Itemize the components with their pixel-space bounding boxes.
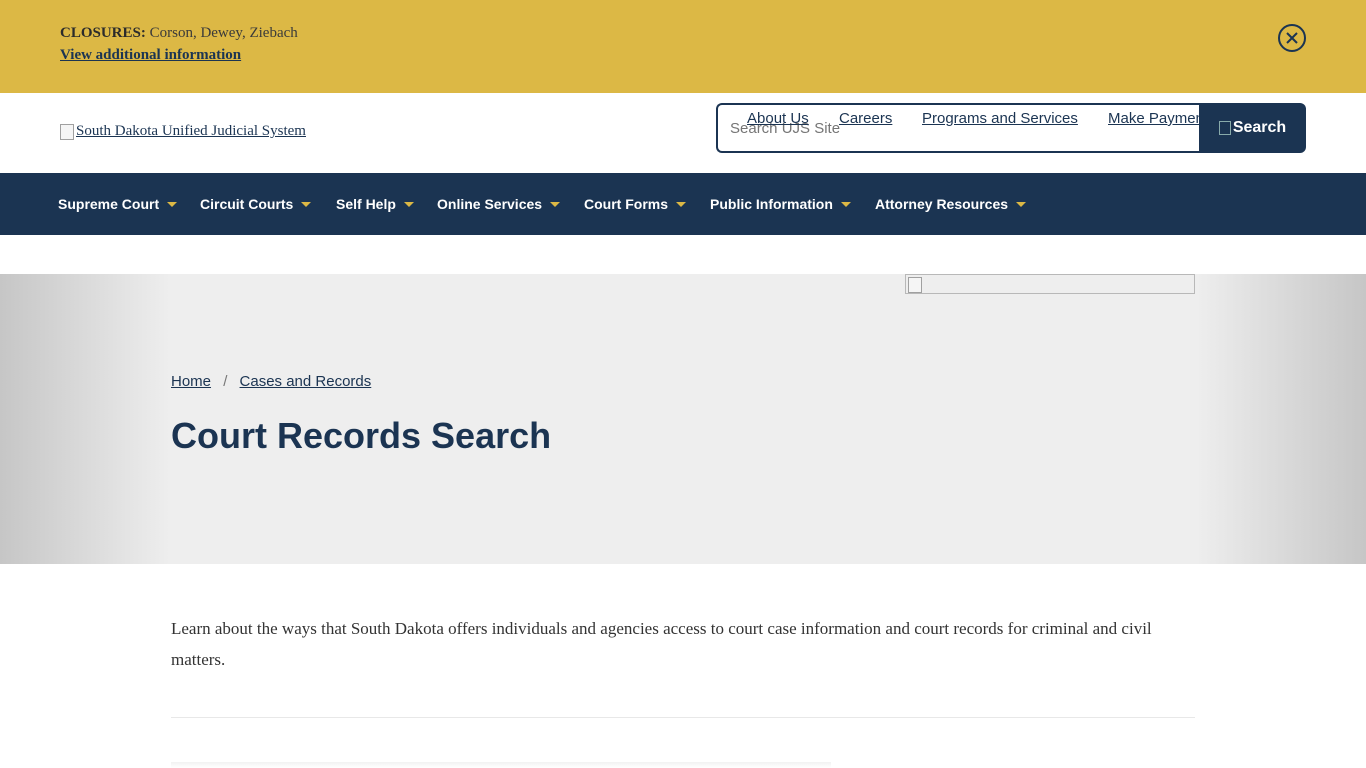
- alert-message: CLOSURES: Corson, Dewey, Ziebach: [60, 25, 298, 42]
- nav-item-label: Supreme Court: [58, 196, 160, 212]
- main-nav: Supreme Court Circuit Courts Self Help O…: [0, 173, 1366, 235]
- site-logo-link[interactable]: South Dakota Unified Judicial System: [60, 123, 306, 140]
- caret-down-icon: [840, 201, 851, 207]
- view-additional-info-link[interactable]: View additional information: [60, 47, 241, 64]
- hero-image: [905, 274, 1195, 294]
- breadcrumb: Home / Cases and Records: [171, 373, 371, 390]
- content-divider: [171, 717, 1195, 718]
- logo-alt-text: South Dakota Unified Judicial System: [76, 123, 306, 139]
- caret-down-icon: [403, 201, 414, 207]
- alert-text: Corson, Dewey, Ziebach: [149, 25, 298, 41]
- caret-down-icon: [550, 201, 561, 207]
- close-icon: [1286, 32, 1298, 44]
- caret-down-icon: [167, 201, 178, 207]
- utility-link-make-payment[interactable]: Make Payment: [1108, 110, 1199, 127]
- broken-image-icon: [1218, 121, 1231, 135]
- page-title: Court Records Search: [171, 415, 552, 456]
- utility-link-careers[interactable]: Careers: [839, 110, 892, 127]
- nav-item-court-forms[interactable]: Court Forms: [584, 173, 686, 235]
- page-hero: Home / Cases and Records Court Records S…: [0, 274, 1366, 564]
- nav-item-label: Self Help: [336, 196, 396, 212]
- caret-down-icon: [676, 201, 686, 207]
- nav-item-label: Circuit Courts: [200, 196, 294, 212]
- nav-item-circuit-courts[interactable]: Circuit Courts: [200, 173, 312, 235]
- search-button-label: Search: [1232, 119, 1287, 136]
- content-card-edge: [171, 762, 831, 768]
- close-alert-button[interactable]: [1278, 24, 1306, 52]
- closures-alert-banner: CLOSURES: Corson, Dewey, Ziebach View ad…: [0, 0, 1366, 93]
- broken-image-icon: [60, 123, 74, 140]
- search-button[interactable]: Search: [1199, 103, 1306, 153]
- nav-item-public-information[interactable]: Public Information: [710, 173, 851, 235]
- utility-link-programs-services[interactable]: Programs and Services: [922, 110, 1078, 127]
- intro-paragraph: Learn about the ways that South Dakota o…: [171, 619, 1152, 669]
- nav-item-label: Public Information: [710, 196, 833, 212]
- nav-item-online-services[interactable]: Online Services: [437, 173, 561, 235]
- nav-item-supreme-court[interactable]: Supreme Court: [58, 173, 178, 235]
- breadcrumb-separator: /: [223, 373, 228, 390]
- utility-nav: About Us Careers Programs and Services M…: [716, 110, 1199, 130]
- caret-down-icon: [301, 201, 312, 207]
- nav-item-label: Attorney Resources: [875, 196, 1009, 212]
- alert-label: CLOSURES:: [60, 25, 146, 41]
- breadcrumb-cases-records-link[interactable]: Cases and Records: [240, 373, 372, 390]
- nav-item-label: Court Forms: [584, 196, 668, 212]
- nav-item-attorney-resources[interactable]: Attorney Resources: [875, 173, 1027, 235]
- nav-item-label: Online Services: [437, 196, 543, 212]
- breadcrumb-home-link[interactable]: Home: [171, 373, 211, 390]
- caret-down-icon: [1016, 201, 1027, 207]
- utility-link-about-us[interactable]: About Us: [747, 110, 809, 127]
- broken-image-icon: [908, 277, 922, 293]
- nav-item-self-help[interactable]: Self Help: [336, 173, 414, 235]
